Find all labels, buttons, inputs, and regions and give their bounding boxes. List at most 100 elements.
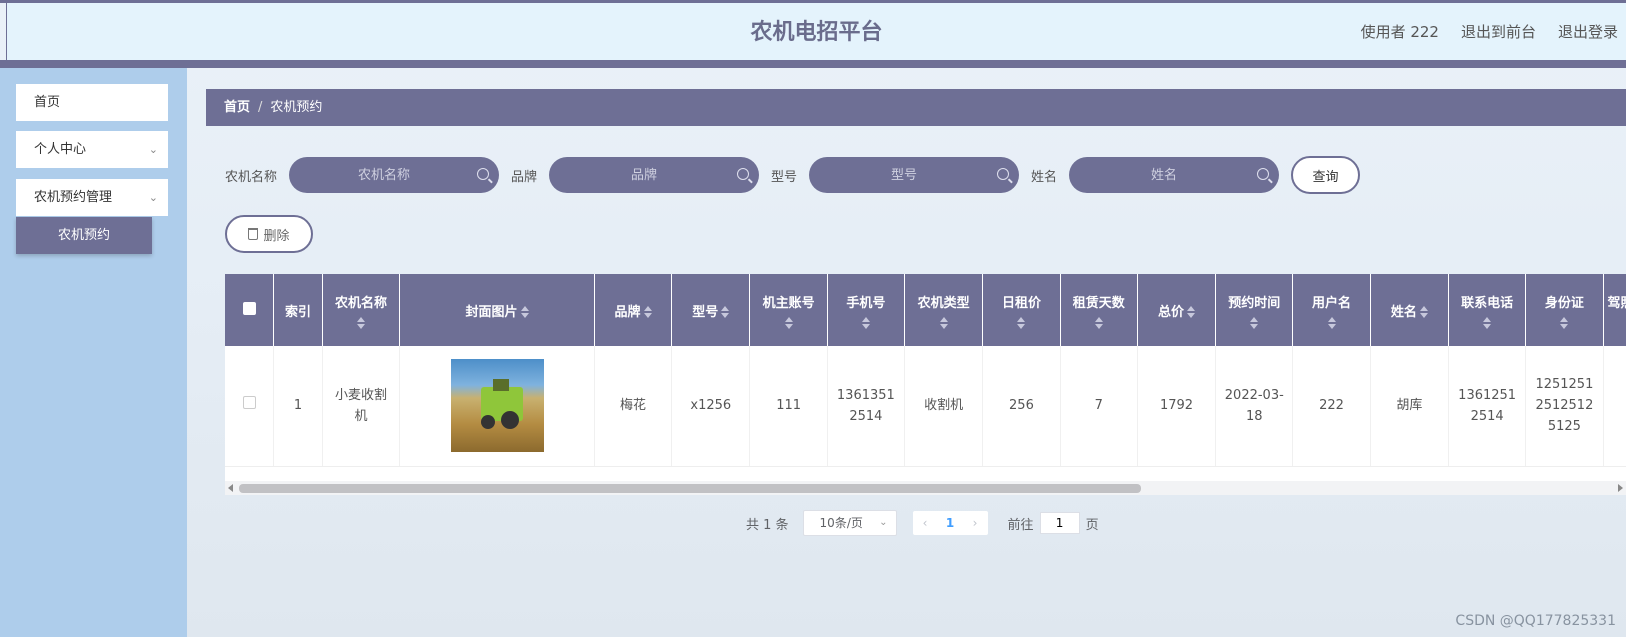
column-header[interactable]: 手机号	[827, 274, 906, 346]
sort-icon[interactable]	[1250, 316, 1259, 329]
breadcrumb-home[interactable]: 首页	[224, 100, 250, 115]
sort-icon[interactable]	[1483, 316, 1492, 329]
column-header[interactable]: 日租价	[982, 274, 1061, 346]
main-content: 首页 / 农机预约 农机名称 品牌 型号 姓名 查询 删除	[187, 68, 1626, 637]
sort-icon[interactable]	[643, 306, 652, 318]
watermark: CSDN @QQ177825331	[1455, 613, 1616, 629]
column-header[interactable]: 型号	[671, 274, 751, 346]
sidebar-item-home[interactable]: 首页	[16, 84, 168, 121]
search-input-realname[interactable]	[1069, 157, 1280, 193]
cell-idcard: 125125125125125125	[1525, 346, 1604, 467]
sidebar-item-label: 个人中心	[34, 142, 87, 157]
search-label-brand: 品牌	[511, 169, 538, 185]
cell-model: x1256	[671, 346, 751, 467]
sort-icon[interactable]	[1560, 316, 1569, 329]
harvester-cab	[492, 379, 509, 392]
sort-icon[interactable]	[1187, 306, 1195, 318]
data-table: 索引 农机名称 封面图片 品牌 型号 机主账号 手机号 农机类型 日租价 租赁天…	[225, 274, 1626, 481]
prev-page-icon[interactable]: ‹	[913, 516, 938, 530]
search-label-realname: 姓名	[1031, 169, 1058, 185]
sort-icon[interactable]	[784, 316, 793, 329]
next-page-icon[interactable]: ›	[963, 516, 988, 530]
chevron-down-icon: ⌄	[148, 143, 158, 156]
logout-link[interactable]: 退出登录	[1558, 21, 1618, 42]
sort-icon[interactable]	[939, 316, 948, 329]
search-icon	[1257, 168, 1270, 180]
sort-icon[interactable]	[1017, 316, 1026, 329]
header-bottom-bar	[0, 60, 1626, 68]
column-header: 索引	[273, 274, 323, 346]
query-button[interactable]: 查询	[1291, 156, 1361, 194]
total-count: 共 1 条	[746, 517, 789, 533]
pager: ‹ 1 ›	[912, 511, 988, 535]
goto-suffix: 页	[1085, 517, 1099, 533]
sort-icon[interactable]	[1419, 306, 1428, 318]
scroll-left-icon[interactable]	[228, 484, 233, 492]
breadcrumb-separator: /	[258, 100, 263, 115]
search-input-name[interactable]	[289, 157, 500, 193]
sort-icon[interactable]	[520, 306, 529, 318]
column-header[interactable]: 姓名	[1370, 274, 1450, 346]
column-header[interactable]: 用户名	[1292, 274, 1371, 346]
cell-license: a	[1603, 346, 1626, 467]
column-header[interactable]: 驾照号	[1603, 274, 1626, 346]
sort-icon[interactable]	[721, 306, 730, 318]
cell-days: 7	[1060, 346, 1138, 467]
column-header[interactable]: 联系电话	[1448, 274, 1527, 346]
pagination: 共 1 条 10条/页 ⌄ ‹ 1 › 前往 页	[746, 509, 1099, 537]
breadcrumb: 首页 / 农机预约	[206, 89, 1626, 126]
sidebar: 首页 个人中心 ⌄ 农机预约管理 ⌄ 农机预约	[0, 68, 187, 637]
cell-total: 1792	[1137, 346, 1217, 467]
submenu-item-reservation[interactable]: 农机预约	[16, 217, 152, 254]
search-box-model	[809, 157, 1020, 193]
cell-realname: 胡库	[1370, 346, 1450, 467]
front-link[interactable]: 退出到前台	[1461, 21, 1536, 42]
sidebar-item-reservation-management[interactable]: 农机预约管理 ⌄	[16, 179, 168, 216]
breadcrumb-current: 农机预约	[270, 100, 323, 115]
column-header[interactable]: 总价	[1137, 274, 1217, 346]
table-header-row: 索引 农机名称 封面图片 品牌 型号 机主账号 手机号 农机类型 日租价 租赁天…	[225, 274, 1626, 346]
column-header[interactable]: 机主账号	[749, 274, 828, 346]
sort-icon[interactable]	[861, 316, 870, 329]
cell-phone: 13613512514	[827, 346, 906, 467]
goto-prefix: 前往	[1007, 517, 1034, 533]
cell-time: 2022-03-18	[1215, 346, 1294, 467]
goto-page-input[interactable]	[1039, 512, 1080, 534]
column-header[interactable]: 品牌	[594, 274, 673, 346]
scroll-thumb[interactable]	[239, 484, 1141, 493]
search-label-model: 型号	[771, 169, 798, 185]
user-label: 使用者 222	[1360, 23, 1439, 41]
cell-daily-price: 256	[982, 346, 1061, 467]
sidebar-item-personal-center[interactable]: 个人中心 ⌄	[16, 131, 168, 168]
row-select[interactable]	[225, 346, 275, 467]
search-input-brand[interactable]	[549, 157, 760, 193]
horizontal-scrollbar[interactable]	[225, 481, 1626, 495]
search-icon	[737, 168, 750, 180]
column-header[interactable]: 预约时间	[1215, 274, 1294, 346]
delete-button[interactable]: 删除	[225, 215, 313, 253]
checkbox[interactable]	[242, 396, 256, 410]
scroll-right-icon[interactable]	[1618, 484, 1623, 492]
column-header[interactable]: 封面图片	[399, 274, 595, 346]
table-row[interactable]: 1 小麦收割机 梅花 x1256 111 13613512514 收割机 256…	[225, 346, 1626, 467]
column-header[interactable]: 农机类型	[904, 274, 984, 346]
sidebar-item-label: 农机预约管理	[34, 190, 113, 205]
sidebar-item-label: 首页	[34, 95, 61, 110]
sort-icon[interactable]	[1094, 316, 1103, 329]
checkbox[interactable]	[242, 301, 256, 315]
cell-owner: 111	[749, 346, 828, 467]
search-input-model[interactable]	[809, 157, 1020, 193]
search-label-name: 农机名称	[225, 169, 278, 185]
sort-icon[interactable]	[1327, 316, 1336, 329]
column-header[interactable]: 身份证	[1525, 274, 1604, 346]
page-number[interactable]: 1	[938, 516, 963, 530]
cell-contact: 13612512514	[1448, 346, 1527, 467]
column-header[interactable]: 农机名称	[322, 274, 401, 346]
header-select-all[interactable]	[225, 274, 275, 346]
page-size-select[interactable]: 10条/页 ⌄	[802, 510, 897, 536]
search-box-name	[289, 157, 500, 193]
sort-icon[interactable]	[357, 316, 365, 329]
column-header[interactable]: 租赁天数	[1060, 274, 1138, 346]
header-actions: 使用者 222 退出到前台 退出登录	[1361, 3, 1618, 60]
search-box-realname	[1069, 157, 1280, 193]
